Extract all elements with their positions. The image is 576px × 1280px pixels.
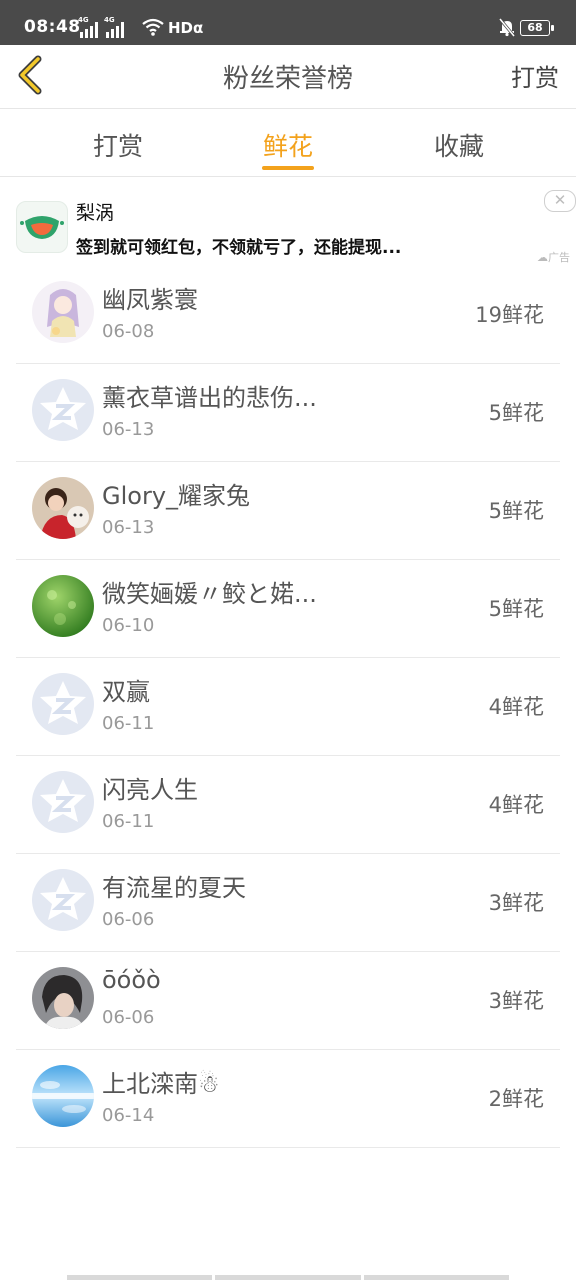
avatar [32, 1065, 94, 1127]
flower-count: 5鲜花 [488, 597, 544, 621]
header: 粉丝荣誉榜 打赏 [0, 45, 576, 109]
page-title: 粉丝荣誉榜 [222, 64, 353, 94]
cell-signal-icon: 4G [78, 16, 98, 38]
tab-bar: 打赏 鲜花 收藏 [0, 109, 576, 177]
flower-count: 5鲜花 [488, 401, 544, 425]
list-item[interactable]: 微笑婳媛〃鲛と婼... 06-10 5鲜花 [16, 560, 560, 658]
flower-count: 5鲜花 [488, 499, 544, 523]
fan-name: 双赢 [102, 678, 150, 706]
list-item[interactable]: ōóǒò 06-06 3鲜花 [16, 952, 560, 1050]
ad-close-button[interactable]: ✕ [544, 190, 576, 212]
fan-name: ōóǒò [102, 966, 161, 994]
fan-date: 06-13 [102, 517, 155, 538]
battery-icon: 68 [520, 20, 554, 36]
fan-date: 06-08 [102, 321, 155, 342]
list-item[interactable]: 有流星的夏天 06-06 3鲜花 [16, 854, 560, 952]
ad-label: ☁广告 [537, 251, 570, 264]
wifi-icon [142, 18, 164, 36]
avatar [32, 967, 94, 1029]
status-time: 08:48 [24, 17, 81, 37]
fan-name: 上北滦南☃ [102, 1070, 220, 1098]
fan-name: 幽凤紫寰 [102, 286, 198, 314]
default-avatar-icon [32, 379, 94, 441]
tip-button[interactable]: 打赏 [511, 58, 559, 93]
cell-signal-icon-2: 4G [104, 16, 124, 38]
fan-date: 06-11 [102, 811, 155, 832]
bottom-scroll-indicator [67, 1275, 509, 1280]
fan-name: 闪亮人生 [102, 776, 198, 804]
fan-date: 06-14 [102, 1105, 155, 1126]
list-item[interactable]: 双赢 06-11 4鲜花 [16, 658, 560, 756]
tab-tip[interactable]: 打赏 [93, 127, 143, 163]
avatar [32, 477, 94, 539]
avatar [32, 575, 94, 637]
active-tab-indicator [262, 166, 314, 170]
fan-date: 06-06 [102, 1007, 155, 1028]
status-bar: 08:48 4G 4G HDα 68 [0, 0, 576, 45]
list-item[interactable]: Glory_耀家兔 06-13 5鲜花 [16, 462, 560, 560]
tab-favorites[interactable]: 收藏 [434, 127, 484, 163]
fan-name: 微笑婳媛〃鲛と婼... [102, 580, 317, 608]
flower-count: 3鲜花 [488, 989, 544, 1013]
signal-icons: 4G 4G [78, 16, 124, 38]
flower-count: 4鲜花 [488, 793, 544, 817]
ad-title: 梨涡 [76, 202, 115, 224]
fan-date: 06-13 [102, 419, 155, 440]
avatar [32, 281, 94, 343]
fan-date: 06-06 [102, 909, 155, 930]
list-item[interactable]: 闪亮人生 06-11 4鲜花 [16, 756, 560, 854]
fan-date: 06-10 [102, 615, 155, 636]
fan-ranking-list: 幽凤紫寰 06-08 19鲜花 薰衣草谱出的悲伤... 06-13 5鲜花 Gl… [16, 266, 560, 1148]
flower-count: 4鲜花 [488, 695, 544, 719]
flower-count: 19鲜花 [475, 303, 544, 327]
network-type: HDα [168, 19, 204, 37]
fan-name: 薰衣草谱出的悲伤... [102, 384, 317, 412]
flower-count: 3鲜花 [488, 891, 544, 915]
fan-date: 06-11 [102, 713, 155, 734]
mute-bell-icon [498, 18, 516, 37]
fan-name: Glory_耀家兔 [102, 482, 251, 510]
ad-banner[interactable]: 梨涡 签到就可领红包，不领就亏了，还能提现... ✕ ☁广告 [0, 177, 576, 267]
list-item[interactable]: 幽凤紫寰 06-08 19鲜花 [16, 266, 560, 364]
tab-flowers[interactable]: 鲜花 [263, 127, 313, 163]
default-avatar-icon [32, 869, 94, 931]
ad-description: 签到就可领红包，不领就亏了，还能提现... [76, 238, 402, 258]
flower-count: 2鲜花 [488, 1087, 544, 1111]
list-item[interactable]: 上北滦南☃ 06-14 2鲜花 [16, 1050, 560, 1148]
list-item[interactable]: 薰衣草谱出的悲伤... 06-13 5鲜花 [16, 364, 560, 462]
default-avatar-icon [32, 771, 94, 833]
fan-name: 有流星的夏天 [102, 874, 246, 902]
default-avatar-icon [32, 673, 94, 735]
ad-app-logo [16, 201, 68, 253]
